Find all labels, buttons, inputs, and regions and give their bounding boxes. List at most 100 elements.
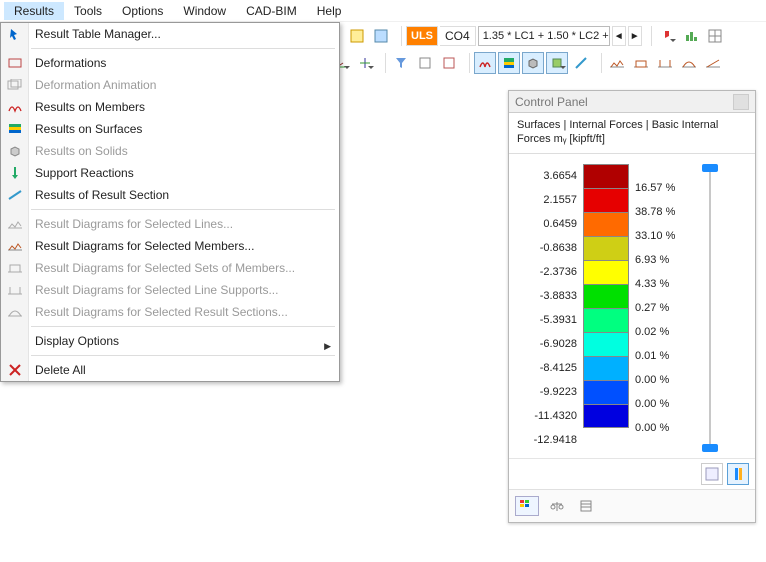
legend-percent: 16.57 %	[635, 176, 689, 200]
diagram-tool-1-icon[interactable]	[606, 52, 628, 74]
panel-tab-balance-icon[interactable]	[545, 496, 569, 516]
slider-thumb-top[interactable]	[702, 164, 718, 172]
menu-separator	[31, 326, 335, 327]
legend-swatch	[583, 380, 629, 404]
menu-item[interactable]: Delete All	[1, 359, 339, 381]
menu-item-label: Results of Result Section	[35, 188, 169, 202]
menu-item[interactable]: Deformations	[1, 52, 339, 74]
legend-value: -3.8833	[517, 284, 577, 308]
toolbar-row-1: ULS CO4 1.35 * LC1 + 1.50 * LC2 + 1... ◄…	[346, 25, 726, 47]
menu-item[interactable]: Result Diagrams for Selected Members...	[1, 235, 339, 257]
menu-item: Result Diagrams for Selected Line Suppor…	[1, 279, 339, 301]
menu-item[interactable]: Result Table Manager...	[1, 23, 339, 45]
toolbar-separator	[380, 53, 386, 73]
legend-area: 3.66542.15570.6459-0.8638-2.3736-3.8833-…	[509, 154, 755, 458]
result-solid-icon[interactable]	[522, 52, 544, 74]
menu-item[interactable]: Display Options	[1, 330, 339, 352]
toolbar-generic-icon[interactable]	[370, 25, 392, 47]
menu-item-label: Delete All	[35, 363, 86, 377]
legend-scale-icon[interactable]	[727, 463, 749, 485]
combo-text: 1.35 * LC1 + 1.50 * LC2 + 1...	[483, 30, 610, 42]
result-surface-icon[interactable]	[498, 52, 520, 74]
menu-item-label: Result Diagrams for Selected Sets of Mem…	[35, 261, 295, 275]
result-settings-icon[interactable]	[546, 52, 568, 74]
menu-cad-bim[interactable]: CAD-BIM	[236, 2, 307, 20]
menu-item[interactable]: Results on Members	[1, 96, 339, 118]
diagram-tool-4-icon[interactable]	[678, 52, 700, 74]
menu-item-label: Result Diagrams for Selected Members...	[35, 239, 254, 253]
toolbar-separator	[396, 26, 402, 46]
frame-highlight-icon[interactable]	[438, 52, 460, 74]
legend-percent: 6.93 %	[635, 248, 689, 272]
legend-percent: 0.01 %	[635, 344, 689, 368]
results-dropdown: Result Table Manager... DeformationsDefor…	[0, 22, 340, 382]
support-reactions-icon	[5, 164, 25, 182]
menu-item[interactable]: Support Reactions	[1, 162, 339, 184]
menu-item[interactable]: Results on Surfaces	[1, 118, 339, 140]
menu-item: Results on Solids	[1, 140, 339, 162]
control-panel-title: Control Panel	[515, 95, 588, 109]
menu-item-label: Result Table Manager...	[35, 27, 161, 41]
legend-swatch	[583, 236, 629, 260]
menu-options[interactable]: Options	[112, 2, 173, 20]
legend-slider[interactable]	[695, 164, 725, 452]
menu-tools[interactable]: Tools	[64, 2, 112, 20]
legend-percent: 4.33 %	[635, 272, 689, 296]
legend-options-icon[interactable]	[701, 463, 723, 485]
legend-swatch	[583, 260, 629, 284]
legend-percent: 0.00 %	[635, 392, 689, 416]
combo-prev-button[interactable]: ◄	[612, 26, 626, 46]
menu-window[interactable]: Window	[173, 2, 236, 20]
legend-value: 2.1557	[517, 188, 577, 212]
menu-item-label: Support Reactions	[35, 166, 134, 180]
menu-item-label: Display Options	[35, 334, 119, 348]
panel-tab-list-icon[interactable]	[575, 496, 599, 516]
legend-footer	[509, 458, 755, 489]
legend-value: -0.8638	[517, 236, 577, 260]
legend-swatch	[583, 332, 629, 356]
diagram-tool-3-icon[interactable]	[654, 52, 676, 74]
menubar: Results Tools Options Window CAD-BIM Hel…	[0, 0, 766, 22]
frame-icon[interactable]	[414, 52, 436, 74]
menu-item: Result Diagrams for Selected Lines...	[1, 213, 339, 235]
close-icon[interactable]	[733, 94, 749, 110]
menu-item: Deformation Animation	[1, 74, 339, 96]
menu-separator	[31, 48, 335, 49]
load-combination-combo[interactable]: 1.35 * LC1 + 1.50 * LC2 + 1...	[478, 26, 610, 46]
legend-value: -11.4320	[517, 404, 577, 428]
diagram-members-icon	[5, 237, 25, 255]
diagram-tool-5-icon[interactable]	[702, 52, 724, 74]
legend-percent: 0.00 %	[635, 368, 689, 392]
menu-results[interactable]: Results	[4, 2, 64, 20]
menu-item-label: Result Diagrams for Selected Line Suppor…	[35, 283, 278, 297]
toolbar-chart-icon[interactable]	[680, 25, 702, 47]
diagram-tool-2-icon[interactable]	[630, 52, 652, 74]
toolbar-axes2-icon[interactable]	[354, 52, 376, 74]
slider-thumb-bottom[interactable]	[702, 444, 718, 452]
diagram-sets-icon	[5, 259, 25, 277]
pen-icon[interactable]	[570, 52, 592, 74]
menu-item-label: Results on Solids	[35, 144, 128, 158]
combo-next-button[interactable]: ►	[628, 26, 642, 46]
menu-separator	[31, 355, 335, 356]
toolbar-generic-icon[interactable]	[346, 25, 368, 47]
menu-item: Result Diagrams for Selected Result Sect…	[1, 301, 339, 323]
legend-percent: 38.78 %	[635, 200, 689, 224]
panel-tab-colors[interactable]	[515, 496, 539, 516]
menu-item[interactable]: Results of Result Section	[1, 184, 339, 206]
filter-icon[interactable]	[390, 52, 412, 74]
legend-percent: 33.10 %	[635, 224, 689, 248]
legend-value: 3.6654	[517, 164, 577, 188]
legend-value: -12.9418	[517, 428, 577, 452]
animation-icon	[5, 76, 25, 94]
flag-filter-icon[interactable]	[656, 25, 678, 47]
deformation-icon	[5, 54, 25, 72]
control-panel-titlebar[interactable]: Control Panel	[509, 91, 755, 113]
menu-help[interactable]: Help	[307, 2, 352, 20]
control-panel-tabs	[509, 489, 755, 522]
result-member-icon[interactable]	[474, 52, 496, 74]
legend-value: -8.4125	[517, 356, 577, 380]
toolbar-grid-icon[interactable]	[704, 25, 726, 47]
legend-value: 0.6459	[517, 212, 577, 236]
member-results-icon	[5, 98, 25, 116]
